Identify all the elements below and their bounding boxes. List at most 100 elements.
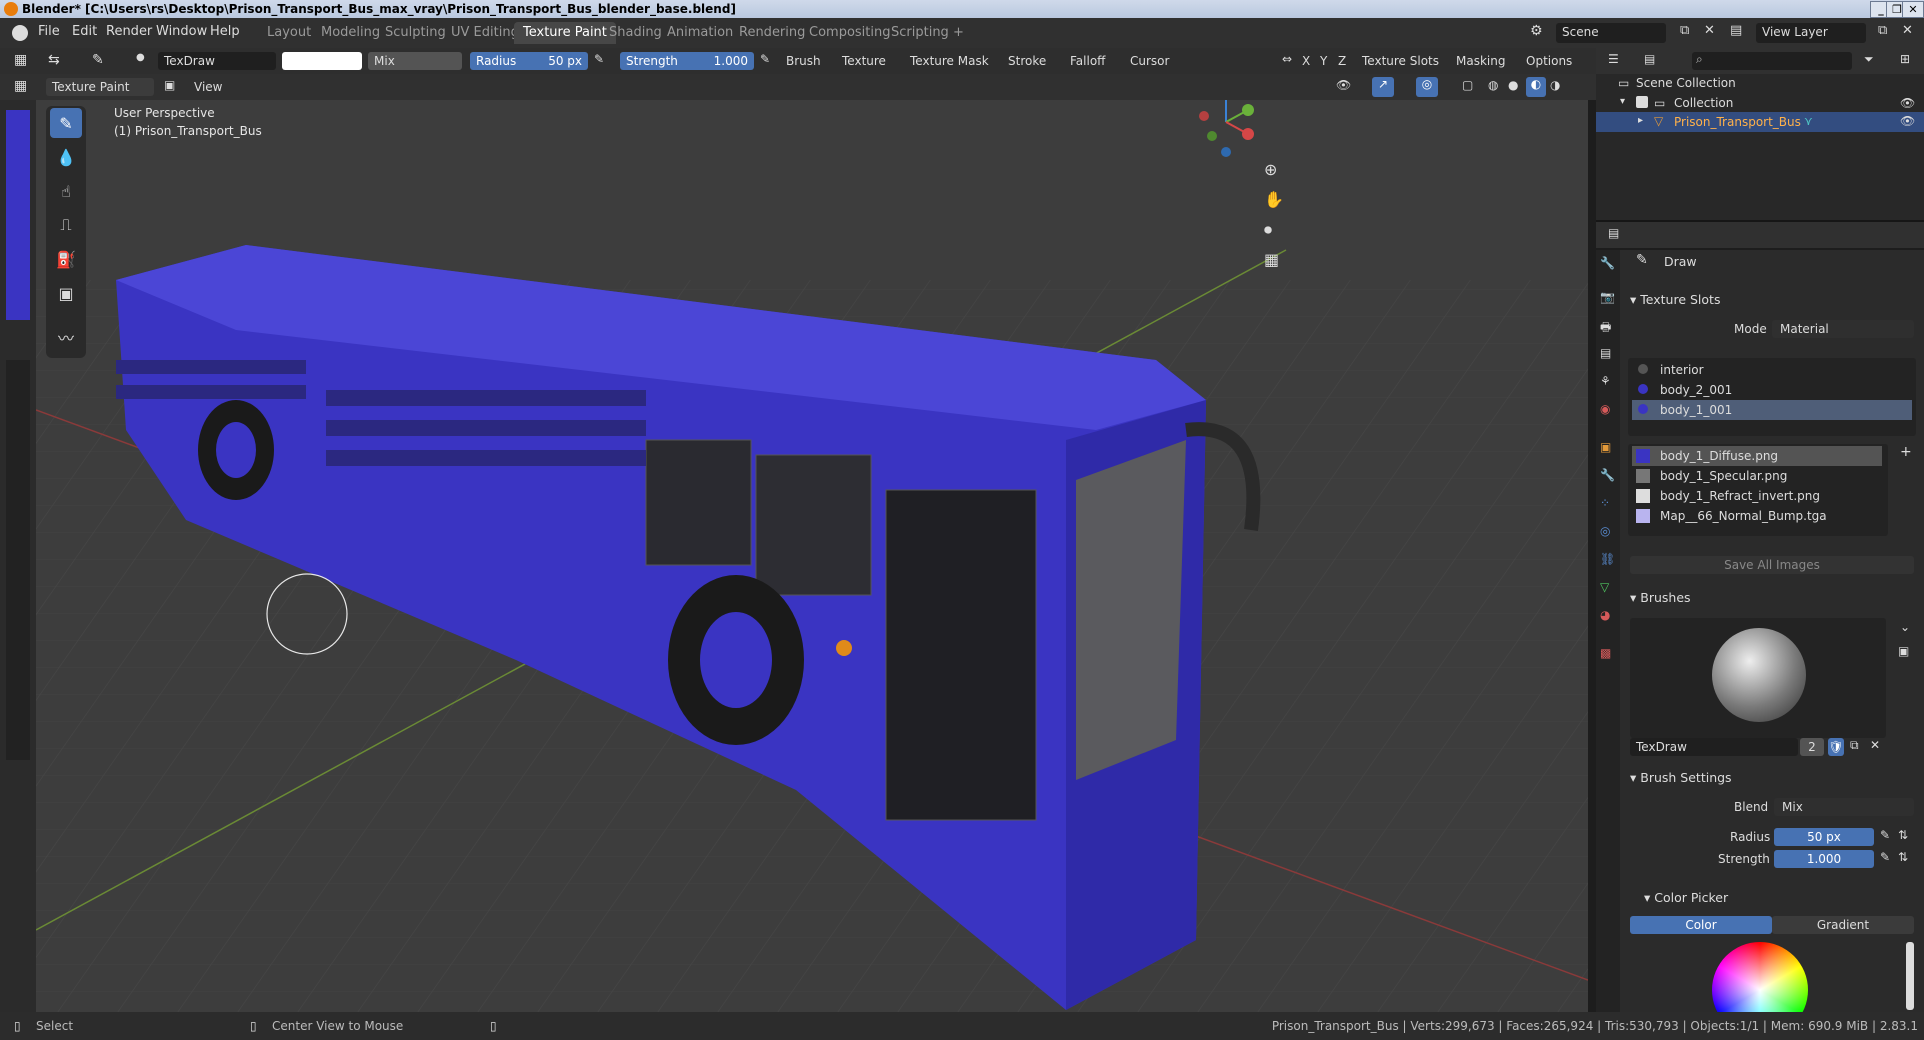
gradient-mode-tab[interactable]: Gradient	[1772, 916, 1914, 934]
texture-tab-icon[interactable]: ▩	[1600, 646, 1611, 660]
menu-texture-slots[interactable]: Texture Slots	[1362, 52, 1439, 70]
mirror-y-toggle[interactable]: Y	[1320, 52, 1327, 70]
mode-dropdown-field[interactable]: Material	[1772, 320, 1914, 338]
output-tab-icon[interactable]: 🖶	[1600, 318, 1611, 339]
wireframe-shading-icon[interactable]: ◍	[1488, 78, 1498, 92]
duplicate-brush-icon[interactable]: ⧉	[1850, 738, 1859, 753]
brush-settings-header[interactable]: ▾ Brush Settings	[1630, 770, 1732, 785]
brush-blend-dropdown[interactable]: Mix	[1774, 798, 1914, 816]
brush-radius-field[interactable]: 50 px	[1774, 828, 1874, 846]
brush-strength-field[interactable]: 1.000	[1774, 850, 1874, 868]
add-texture-slot-icon[interactable]: +	[1900, 444, 1912, 460]
object-disclosure-icon[interactable]: ▸	[1638, 115, 1643, 126]
slots-icon[interactable]: ▣	[164, 78, 180, 94]
radius-pen-pressure-icon[interactable]: ✎	[1880, 828, 1890, 842]
object-tab-icon[interactable]: ▣	[1600, 440, 1611, 454]
viewport-editor-type-icon[interactable]: ▦	[14, 78, 27, 94]
constraints-tab-icon[interactable]: ⛓	[1600, 552, 1615, 566]
brush-name-input[interactable]: TexDraw	[1630, 738, 1798, 756]
rendered-shading-icon[interactable]: ◑	[1550, 78, 1560, 92]
properties-editor-icon[interactable]: ▤	[1608, 226, 1619, 240]
collection-visibility-icon[interactable]: 👁	[1900, 96, 1915, 110]
close-button[interactable]: ✕	[1902, 1, 1924, 18]
menu-file[interactable]: File	[38, 24, 60, 39]
brush-preview-menu-icon[interactable]: ⌄	[1900, 620, 1910, 634]
mask-tool-icon[interactable]: ▣	[50, 278, 82, 308]
physics-tab-icon[interactable]: ◎	[1600, 524, 1610, 538]
material-slot-interior[interactable]: interior	[1632, 360, 1912, 380]
blend-mode-dropdown[interactable]: Mix	[368, 52, 462, 70]
copy-scene-icon[interactable]: ⧉	[1680, 23, 1700, 41]
brush-icon[interactable]: ✎	[92, 52, 112, 70]
render-tab-icon[interactable]: 📷	[1600, 290, 1615, 304]
ortho-toggle-icon[interactable]: ▦	[1264, 250, 1279, 269]
image-slot-specular[interactable]: body_1_Specular.png	[1632, 466, 1882, 486]
menu-help[interactable]: Help	[210, 24, 240, 39]
modifier-tab-icon[interactable]: 🔧	[1600, 468, 1615, 482]
material-tab-icon[interactable]: ◕	[1600, 608, 1610, 622]
menu-view[interactable]: View	[194, 78, 222, 96]
outliner-editor-icon[interactable]: ☰	[1608, 52, 1619, 66]
strength-pen-pressure-icon[interactable]: ✎	[1880, 850, 1890, 864]
blender-menu-icon[interactable]	[12, 25, 28, 41]
outliner-scene-collection[interactable]: Scene Collection	[1636, 76, 1736, 90]
collection-disclosure-icon[interactable]: ▾	[1620, 96, 1625, 107]
view-layer-field[interactable]: View Layer	[1756, 23, 1866, 43]
view-layer-tab-icon[interactable]: ▤	[1600, 346, 1611, 360]
brush-browse-icon[interactable]: ●	[136, 52, 156, 70]
color-value-slider[interactable]	[1906, 942, 1914, 1010]
mirror-z-toggle[interactable]: Z	[1338, 52, 1346, 70]
radius-slider[interactable]: Radius 50 px	[470, 52, 588, 70]
object-visibility-icon[interactable]: 👁	[1900, 114, 1915, 128]
texture-slots-header[interactable]: ▾ Texture Slots	[1630, 292, 1720, 307]
menu-window[interactable]: Window	[156, 24, 207, 39]
xray-icon[interactable]: ▢	[1462, 78, 1473, 92]
brush-image-icon[interactable]: ▣	[1898, 644, 1909, 658]
brushes-header[interactable]: ▾ Brushes	[1630, 590, 1691, 605]
fill-tool-icon[interactable]: ⛽	[50, 244, 82, 274]
remove-scene-icon[interactable]: ✕	[1704, 23, 1720, 41]
material-slot-body-1[interactable]: body_1_001	[1632, 400, 1912, 420]
menu-render[interactable]: Render	[106, 24, 152, 39]
editor-type-icon[interactable]: ▦	[14, 52, 32, 70]
image-slot-diffuse[interactable]: body_1_Diffuse.png	[1632, 446, 1882, 466]
menu-masking[interactable]: Masking	[1456, 52, 1505, 70]
add-workspace-button[interactable]: +	[944, 22, 973, 44]
menu-edit[interactable]: Edit	[72, 24, 97, 39]
navigation-gizmo[interactable]	[1192, 100, 1262, 158]
smear-tool-icon[interactable]: ☝	[50, 176, 82, 206]
menu-falloff[interactable]: Falloff	[1070, 52, 1105, 70]
scene-tab-icon[interactable]: ⚘	[1600, 374, 1611, 388]
scene-field[interactable]: Scene	[1556, 23, 1666, 43]
collection-checkbox[interactable]	[1636, 96, 1648, 108]
strength-slider[interactable]: Strength 1.000	[620, 52, 754, 70]
menu-cursor[interactable]: Cursor	[1130, 52, 1169, 70]
pan-hand-icon[interactable]: ✋	[1264, 190, 1284, 209]
filter-icon[interactable]: ⏷	[1864, 52, 1874, 67]
tab-layout[interactable]: Layout	[258, 22, 320, 44]
menu-stroke[interactable]: Stroke	[1008, 52, 1046, 70]
menu-brush[interactable]: Brush	[786, 52, 821, 70]
tool-tab-icon[interactable]: 🔧	[1600, 256, 1615, 270]
image-slot-refract[interactable]: body_1_Refract_invert.png	[1632, 486, 1882, 506]
image-slot-normal[interactable]: Map__66_Normal_Bump.tga	[1632, 506, 1882, 526]
strength-unit-icon[interactable]: ⇅	[1898, 850, 1908, 864]
overlays-toggle-icon[interactable]: ◎	[1416, 77, 1438, 97]
draw-tool-icon[interactable]: ✎	[50, 108, 82, 138]
gizmo-toggle-icon[interactable]: ↗	[1372, 77, 1394, 97]
new-collection-icon[interactable]: ⊞	[1900, 52, 1910, 66]
copy-view-layer-icon[interactable]: ⧉	[1878, 23, 1898, 41]
visibility-icon[interactable]: 👁	[1336, 78, 1351, 92]
material-shading-icon[interactable]: ◐	[1526, 77, 1546, 97]
display-mode-icon[interactable]: ▤	[1644, 52, 1655, 66]
strength-pressure-icon[interactable]: ✎	[760, 52, 770, 66]
fake-user-icon[interactable]: 🛡	[1828, 738, 1844, 756]
material-slot-body-2[interactable]: body_2_001	[1632, 380, 1912, 400]
world-tab-icon[interactable]: ◉	[1600, 402, 1610, 416]
color-mode-tab[interactable]: Color	[1630, 916, 1772, 934]
tool-icon[interactable]: ⇆	[48, 52, 76, 70]
particles-tab-icon[interactable]: ⁘	[1600, 496, 1610, 510]
remove-view-layer-icon[interactable]: ✕	[1902, 23, 1918, 41]
menu-texture[interactable]: Texture	[842, 52, 886, 70]
soften-tool-icon[interactable]: 💧	[50, 142, 82, 172]
